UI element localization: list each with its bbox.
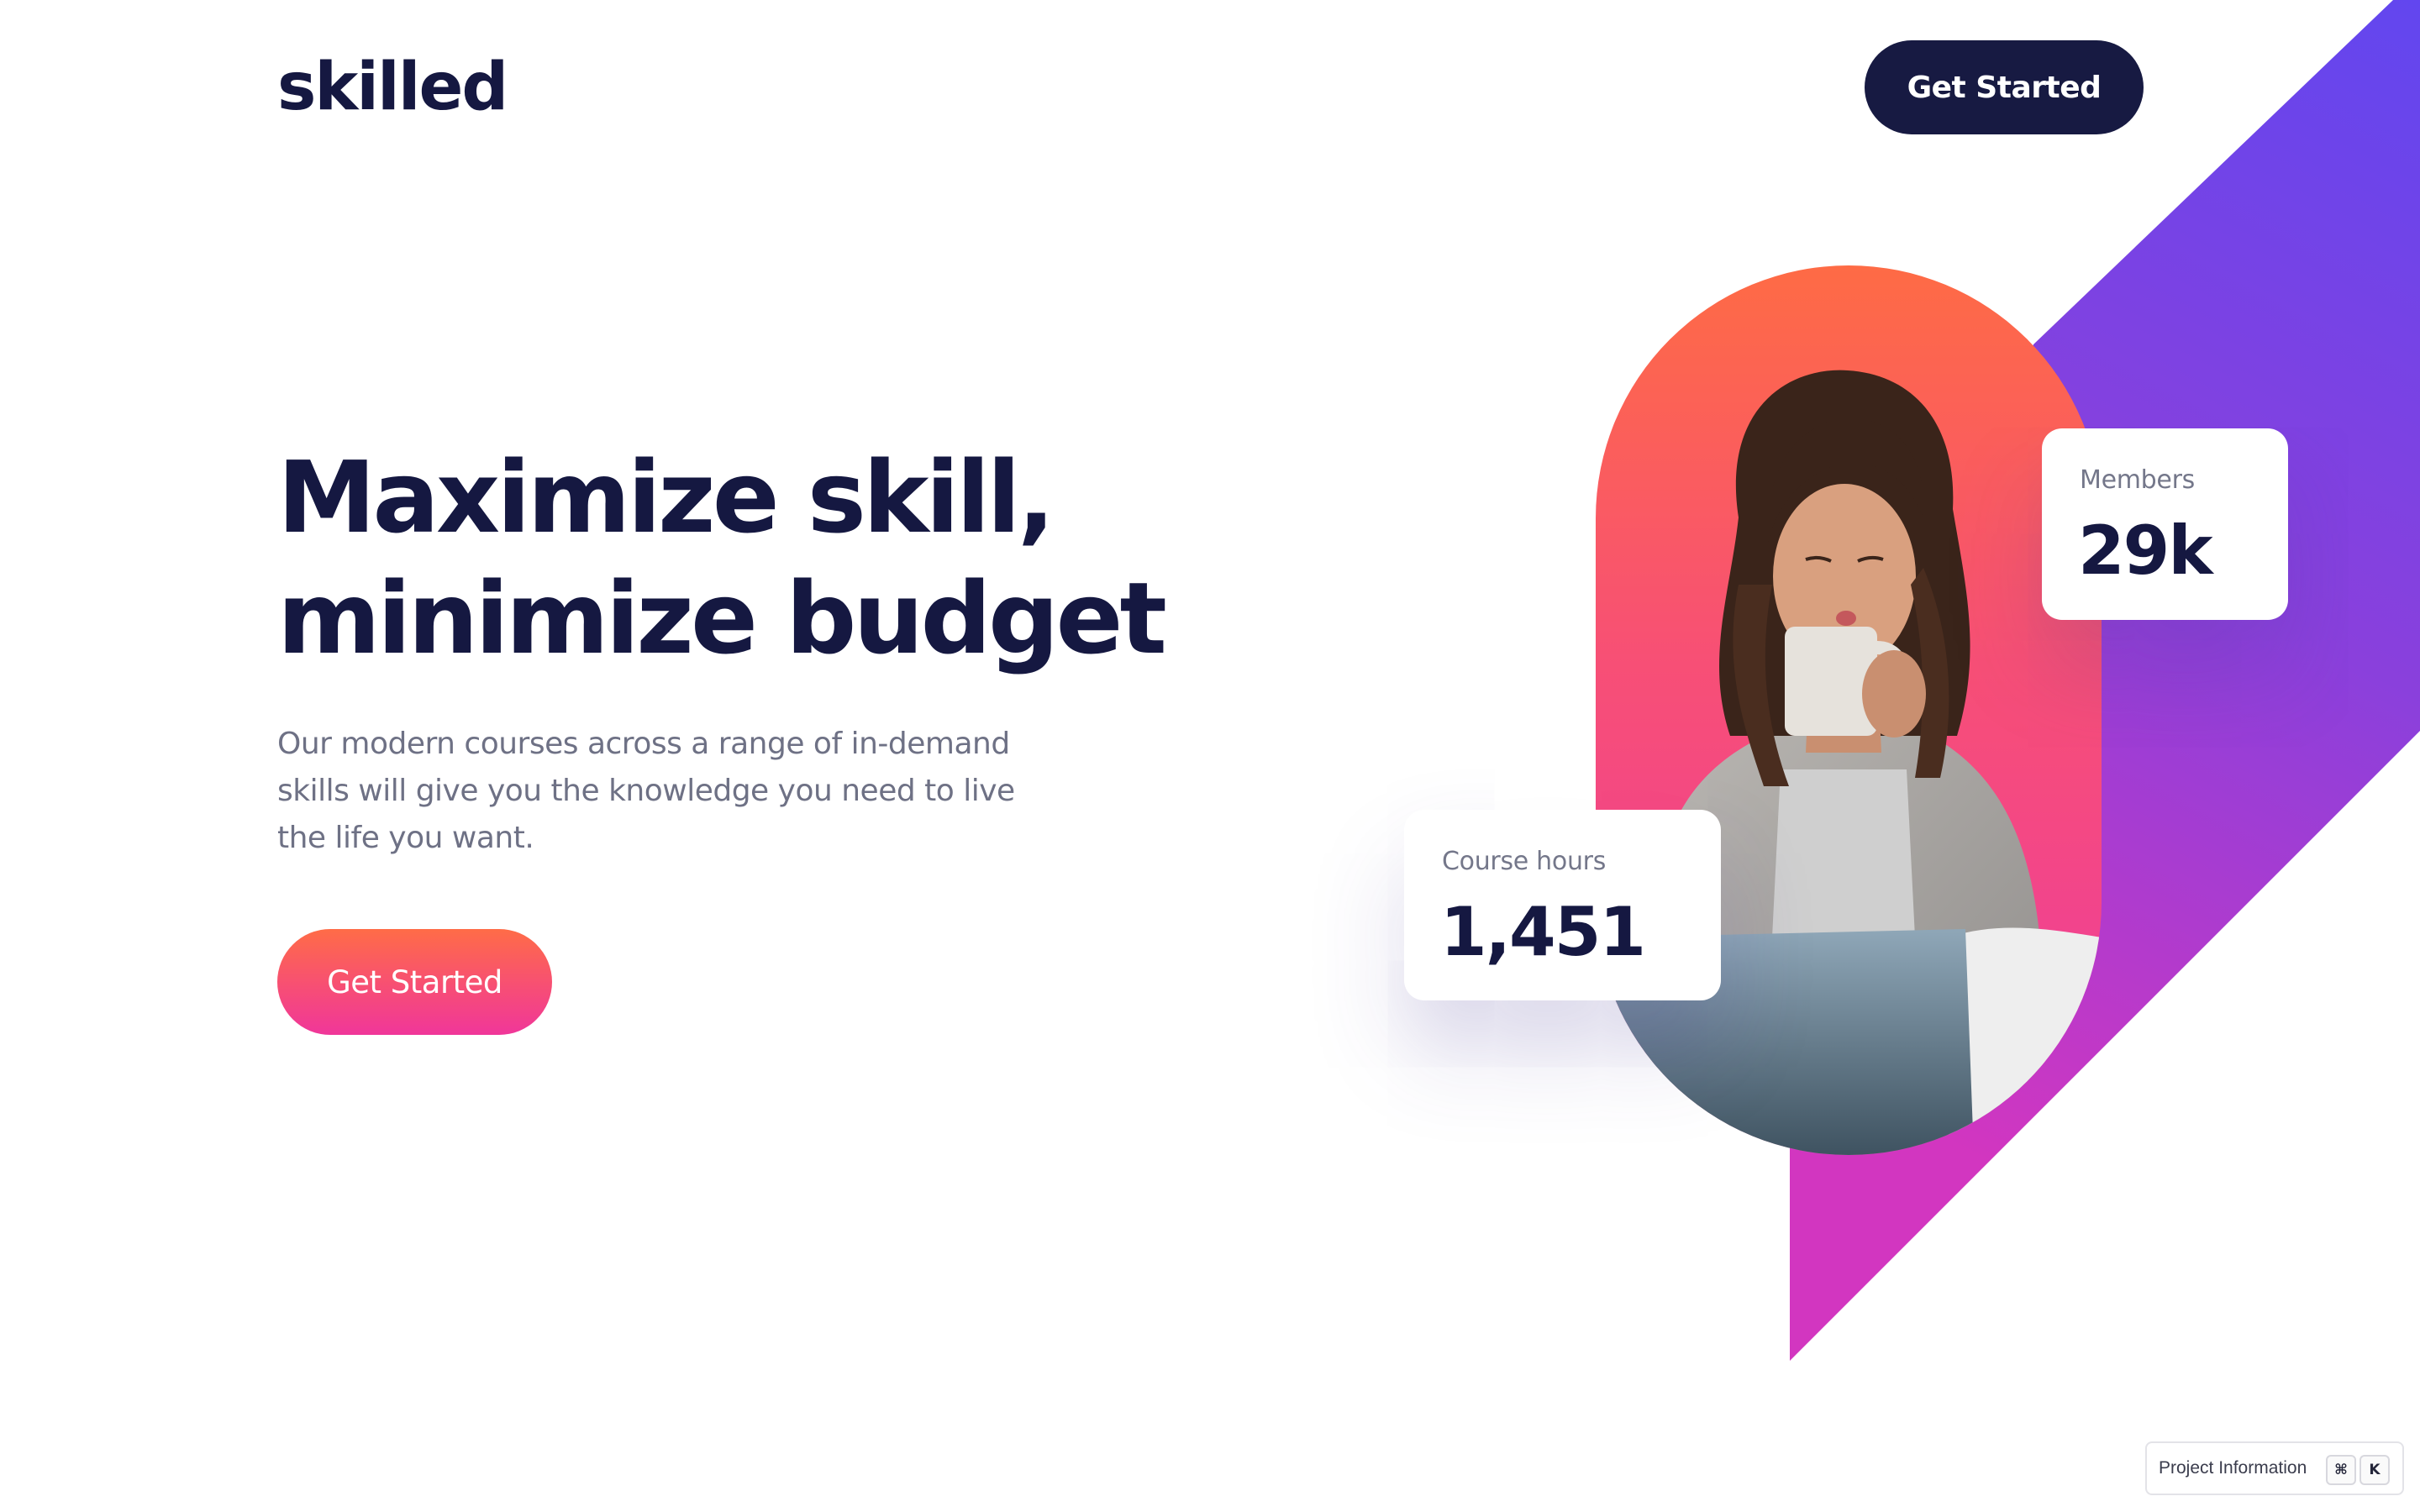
k-key-icon: K [2360,1455,2390,1485]
members-stat-card: Members 29k [2042,428,2288,620]
hero-title: Maximize skill, minimize budget [277,437,1167,679]
header-get-started-button[interactable]: Get Started [1865,40,2144,134]
hero-title-line-1: Maximize skill, [277,439,1055,555]
site-logo[interactable]: skilled [277,49,508,126]
course-hours-value: 1,451 [1440,893,1646,971]
hero-photo-capsule [1596,265,2102,1155]
project-information-button[interactable]: Project Information ⌘ K [2145,1441,2404,1495]
members-value: 29k [2078,512,2213,590]
hero-get-started-button[interactable]: Get Started [277,929,552,1035]
landing-page: skilled Get Started Maximize skill, mini… [0,0,2420,1512]
woman-with-coffee-illustration [1596,370,2102,1155]
project-information-label: Project Information [2159,1458,2307,1478]
hero-title-line-2: minimize budget [277,560,1167,676]
members-label: Members [2080,465,2195,495]
command-key-icon: ⌘ [2326,1455,2356,1485]
course-hours-stat-card: Course hours 1,451 [1404,810,1721,1000]
hero-description: Our modern courses across a range of in-… [277,727,1015,855]
course-hours-label: Course hours [1442,847,1607,876]
